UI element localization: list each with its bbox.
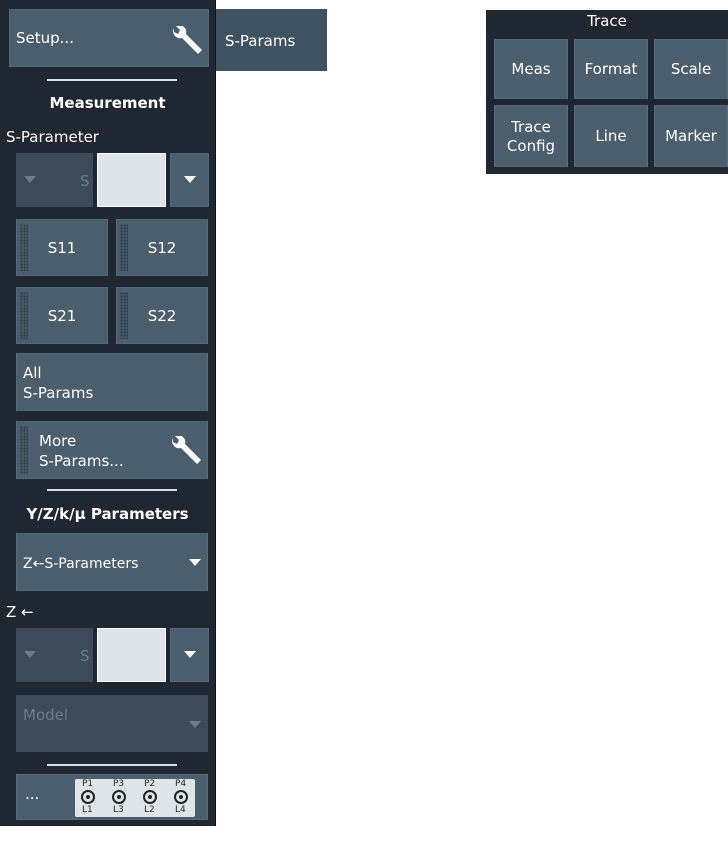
dropdown-arrow-icon: [184, 651, 196, 658]
grip-handle: [120, 224, 128, 271]
model-select: Model: [16, 695, 208, 752]
scale-label: Scale: [670, 60, 712, 78]
dropdown-arrow-icon: [24, 176, 36, 183]
trace-menu: Trace Meas Format Scale Trace Config Lin…: [486, 10, 728, 174]
port-diagram: P1 P3 P2 P4 L1 L3 L2 L4: [75, 779, 195, 817]
s22-button[interactable]: S22: [116, 287, 208, 344]
more-sparams-button[interactable]: More S-Params...: [16, 421, 208, 479]
s22-label: S22: [147, 306, 177, 325]
dropdown-arrow-icon: [24, 651, 36, 658]
port-label-l1: L1: [82, 805, 93, 815]
s-params-tab-label: S-Params: [225, 32, 296, 50]
dropdown-arrow-icon: [184, 176, 196, 183]
trace-config-button[interactable]: Trace Config: [494, 105, 568, 167]
s21-label: S21: [47, 306, 77, 325]
grip-handle: [20, 292, 28, 339]
setup-label: Setup...: [16, 29, 74, 47]
more-sparams-label-1: More: [39, 432, 77, 450]
meas-label: Meas: [511, 60, 551, 78]
port-label-l2: L2: [144, 805, 155, 815]
port-label-p3: P3: [113, 779, 125, 789]
format-label: Format: [584, 60, 638, 78]
meas-button[interactable]: Meas: [494, 39, 568, 99]
z-parameter-input[interactable]: [97, 628, 166, 682]
grip-handle: [20, 426, 28, 474]
measurement-header: Measurement: [49, 94, 166, 112]
trace-config-label-2: Config: [506, 137, 556, 155]
conversion-select-value: Z←S-Parameters: [23, 556, 139, 572]
conversion-select[interactable]: Z←S-Parameters: [16, 533, 208, 591]
model-label: Model: [23, 706, 69, 724]
z-s-prefix-spinner: S: [16, 628, 93, 682]
all-sparams-label-2: S-Params: [23, 384, 94, 402]
marker-button[interactable]: Marker: [654, 105, 728, 167]
softtool-panel: Setup... Measurement S-Parameter S S11 S…: [0, 0, 216, 826]
s21-button[interactable]: S21: [16, 287, 108, 344]
setup-button[interactable]: Setup...: [9, 9, 209, 67]
s-parameter-label: S-Parameter: [6, 128, 99, 146]
port-label-l3: L3: [113, 805, 124, 815]
trace-config-label-1: Trace: [511, 118, 551, 136]
all-sparams-button[interactable]: All S-Params: [16, 353, 208, 411]
grip-handle: [20, 224, 28, 271]
more-sparams-label-2: S-Params...: [39, 452, 124, 470]
port-label-p1: P1: [82, 779, 94, 789]
s-parameter-input[interactable]: [97, 153, 166, 207]
z-parameter-dropdown[interactable]: [170, 628, 209, 682]
port-label-l4: L4: [175, 805, 186, 815]
dropdown-arrow-icon: [189, 559, 201, 566]
s-prefix-spinner: S: [16, 153, 93, 207]
wrench-icon: [172, 436, 201, 464]
port-label-p2: P2: [144, 779, 156, 789]
line-button[interactable]: Line: [574, 105, 648, 167]
marker-label: Marker: [665, 127, 717, 145]
grip-handle: [120, 292, 128, 339]
s12-button[interactable]: S12: [116, 219, 208, 276]
line-label: Line: [595, 127, 627, 145]
divider: [47, 489, 177, 491]
port-config-ellipsis: ...: [25, 785, 40, 803]
z-label: Z ←: [6, 603, 34, 621]
s-params-tab[interactable]: S-Params: [216, 9, 327, 71]
divider: [47, 764, 177, 766]
port-connector-icon: [81, 790, 188, 804]
port-config-button[interactable]: ... P1 P3 P2 P4 L1 L3 L2 L4: [16, 774, 208, 820]
s12-label: S12: [147, 238, 177, 257]
trace-title: Trace: [587, 12, 627, 30]
s-parameter-dropdown[interactable]: [170, 153, 209, 207]
scale-button[interactable]: Scale: [654, 39, 728, 99]
s11-label: S11: [47, 238, 77, 257]
z-s-prefix-label: S: [80, 647, 90, 665]
all-sparams-label-1: All: [23, 364, 42, 382]
divider: [47, 79, 177, 81]
port-label-p4: P4: [175, 779, 187, 789]
s-prefix-label: S: [80, 172, 90, 190]
format-button[interactable]: Format: [574, 39, 648, 99]
wrench-icon: [173, 26, 202, 54]
s11-button[interactable]: S11: [16, 219, 108, 276]
yzk-header: Y/Z/k/µ Parameters: [26, 505, 189, 523]
dropdown-arrow-icon: [189, 721, 201, 728]
